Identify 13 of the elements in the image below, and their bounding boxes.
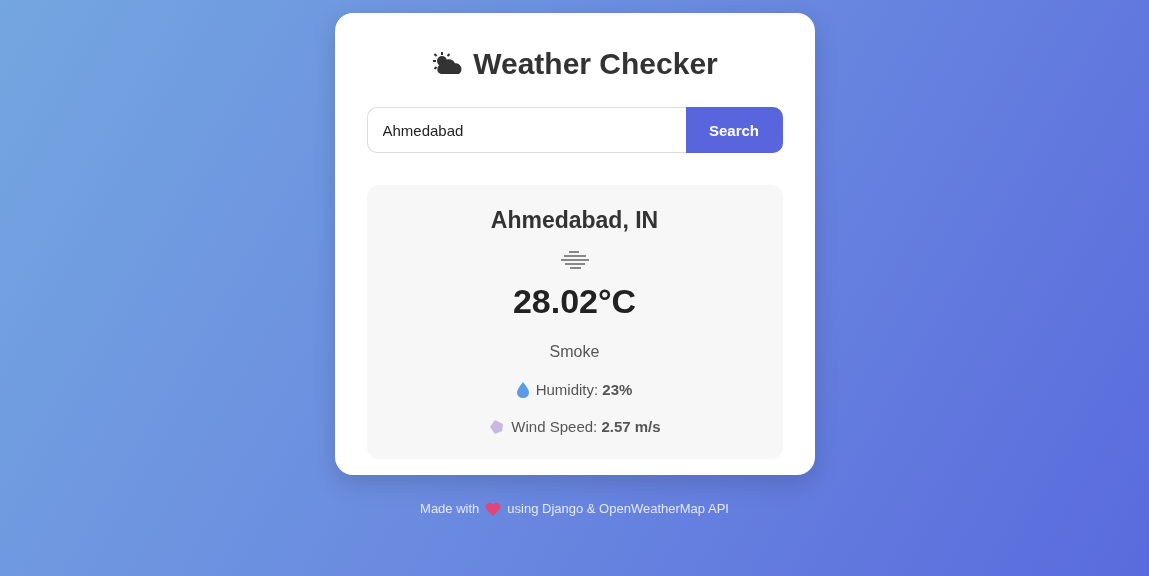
heart-icon	[485, 501, 502, 516]
location-name: Ahmedabad, IN	[490, 207, 659, 234]
wind-speed-text: Wind Speed: 2.57 m/s	[511, 418, 661, 435]
haze-icon	[560, 250, 589, 270]
city-input[interactable]: Ahmedabad	[366, 107, 686, 153]
weather-condition: Smoke	[549, 343, 600, 361]
temperature: 28.02°C	[512, 282, 637, 321]
app-title: Weather Checker	[473, 47, 718, 81]
footer-text: Made with	[420, 501, 480, 516]
search-button[interactable]: Search	[685, 107, 783, 153]
humidity-text: Humidity: 23%	[535, 381, 633, 398]
water-drop-icon	[516, 381, 529, 398]
footer-text: using Django & OpenWeatherMap API	[507, 501, 729, 516]
